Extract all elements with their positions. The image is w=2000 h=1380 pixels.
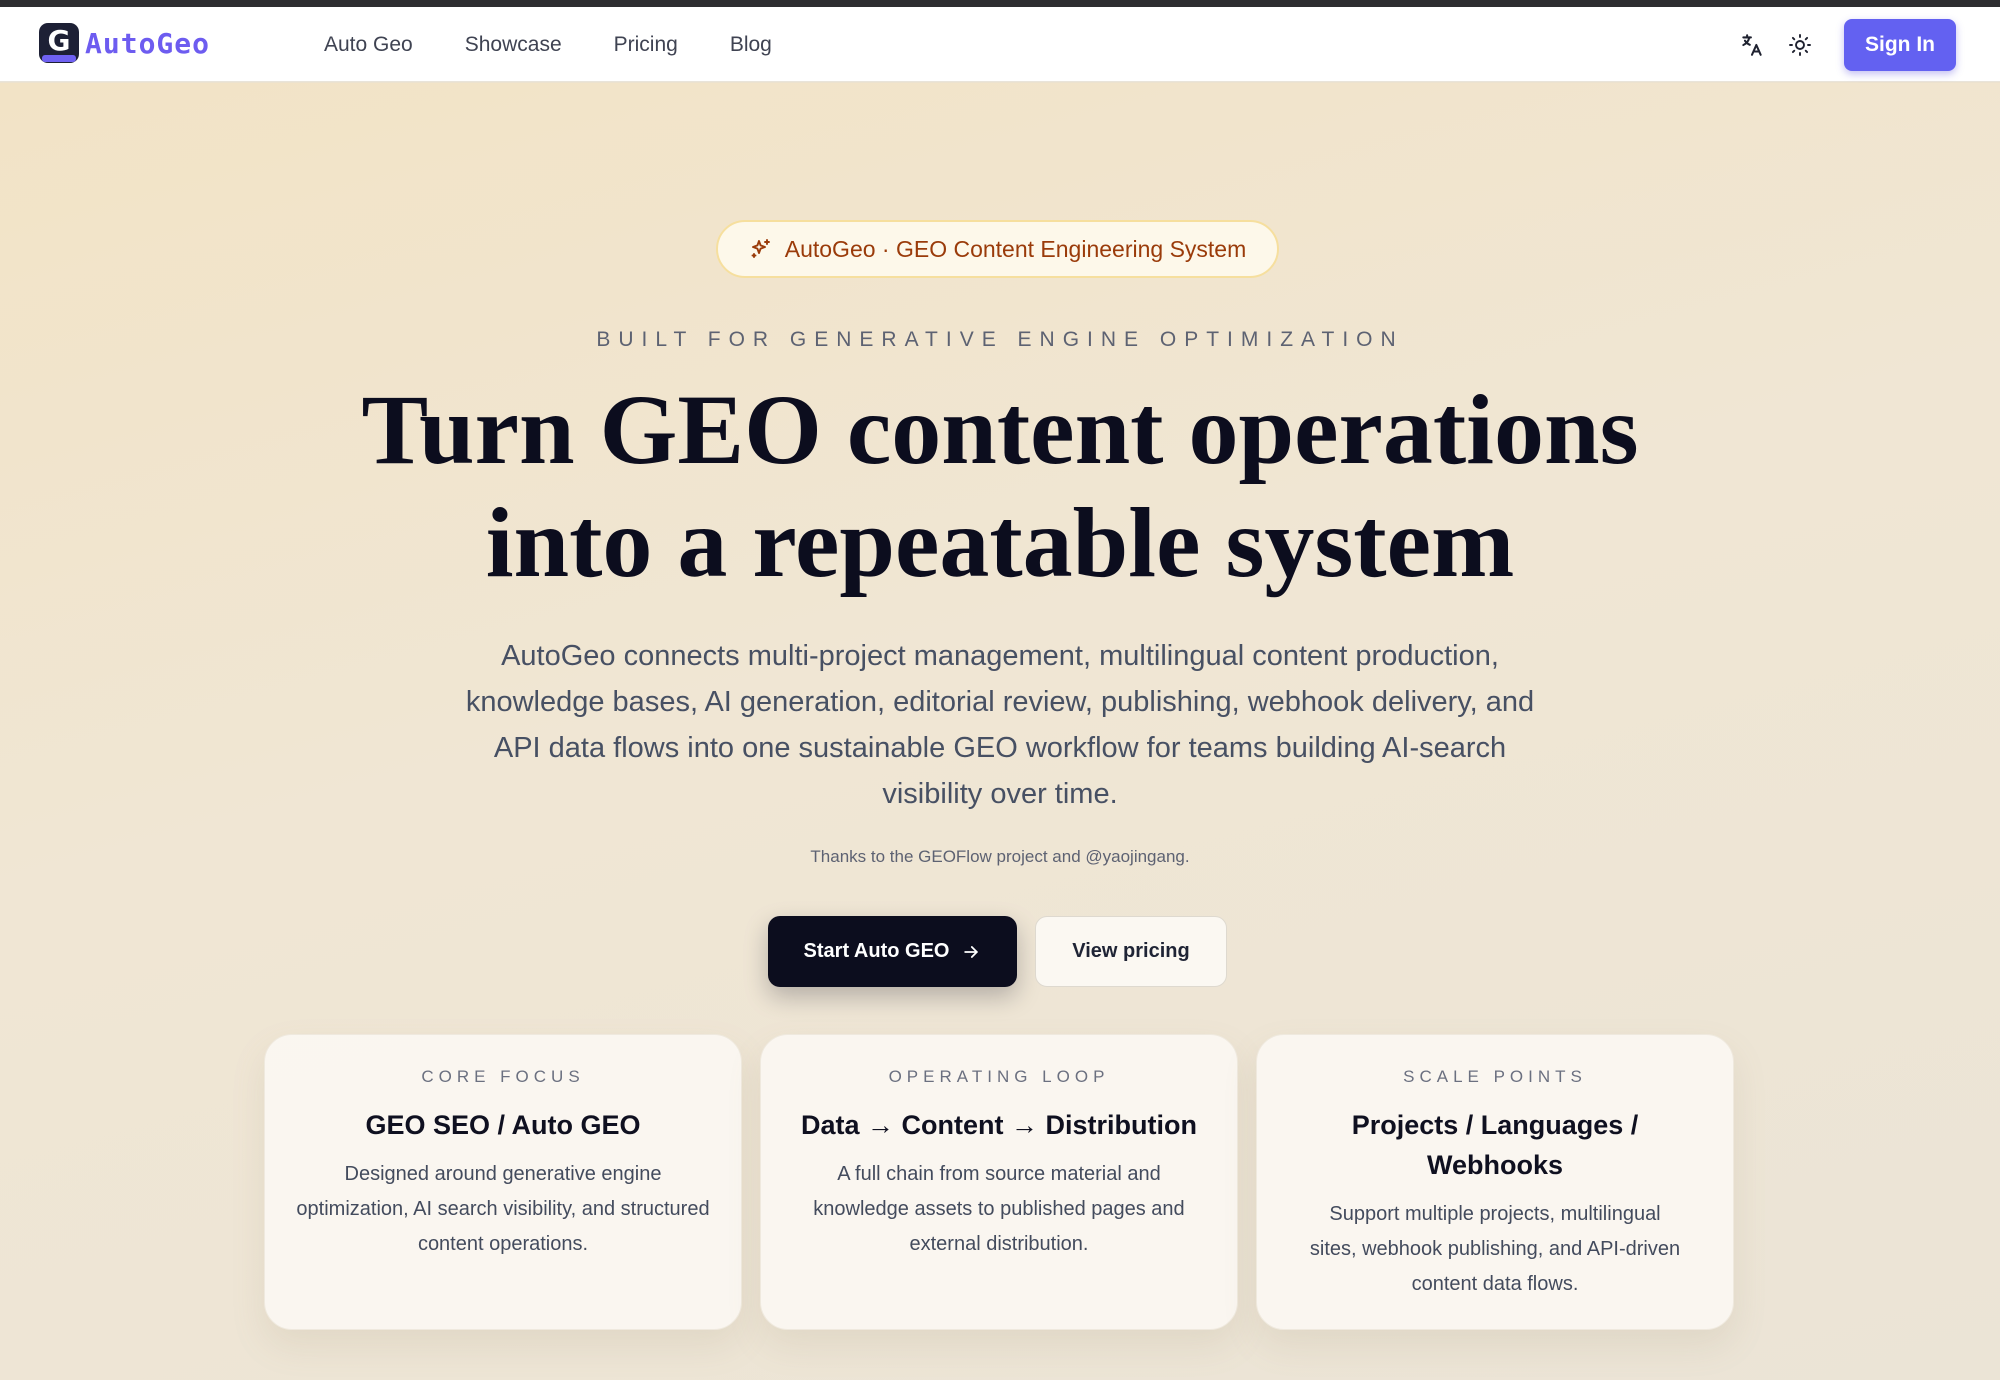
main-nav: Auto Geo Showcase Pricing Blog [324,33,772,57]
top-navbar: G AutoGeo Auto Geo Showcase Pricing Blog… [0,7,2000,82]
view-pricing-button[interactable]: View pricing [1035,916,1227,987]
nav-link-blog[interactable]: Blog [730,33,772,57]
hero-badge-label: AutoGeo · GEO Content Engineering System [784,235,1247,262]
card-kicker: SCALE POINTS [1403,1067,1587,1086]
feature-card-core-focus: CORE FOCUS GEO SEO / Auto GEO Designed a… [264,1034,742,1330]
card-kicker: CORE FOCUS [421,1067,585,1086]
nav-actions: Sign In [1734,19,1956,71]
nav-link-showcase[interactable]: Showcase [465,33,562,57]
arrow-right-icon [961,942,981,962]
logo-mark: G [39,23,79,63]
translate-icon[interactable] [1734,27,1770,63]
hero-badge: AutoGeo · GEO Content Engineering System [716,220,1279,278]
brand-name: AutoGeo [85,26,211,60]
card-body: Designed around generative engine optimi… [296,1163,710,1255]
logo-underline [42,55,76,62]
card-title: GEO SEO / Auto GEO [365,1110,641,1140]
hero-section: AutoGeo · GEO Content Engineering System… [0,83,2000,1380]
start-auto-geo-label: Start Auto GEO [803,940,950,962]
feature-card-scale-points: SCALE POINTS Projects / Languages / Webh… [1256,1034,1734,1330]
nav-link-auto-geo[interactable]: Auto Geo [324,33,413,57]
hero-eyebrow: BUILT FOR GENERATIVE ENGINE OPTIMIZATION [596,328,1404,351]
card-title: Data → Content → Distribution [801,1110,1197,1140]
hero-description: AutoGeo connects multi-project managemen… [465,640,1535,810]
card-body: Support multiple projects, multilingual … [1309,1203,1681,1295]
sign-in-button[interactable]: Sign In [1844,19,1956,71]
sparkles-icon [749,237,773,261]
sun-icon[interactable] [1782,27,1818,63]
hero-headline: Turn GEO content operations into a repea… [200,373,1800,599]
card-title: Projects / Languages / Webhooks [1351,1110,1639,1180]
nav-link-pricing[interactable]: Pricing [614,33,678,57]
window-top-strip [0,0,2000,7]
card-body: A full chain from source material and kn… [813,1163,1185,1255]
hero-headline-line-1: Turn GEO content operations [361,374,1639,485]
logo-letter: G [47,24,71,57]
start-auto-geo-button[interactable]: Start Auto GEO [768,916,1017,987]
brand-logo[interactable]: G AutoGeo [39,23,210,63]
acknowledgement-text: Thanks to the GEOFlow project and @yaoji… [810,847,1190,866]
card-kicker: OPERATING LOOP [888,1067,1110,1086]
hero-headline-line-2: into a repeatable system [485,487,1515,598]
feature-card-operating-loop: OPERATING LOOP Data → Content → Distribu… [760,1034,1238,1330]
